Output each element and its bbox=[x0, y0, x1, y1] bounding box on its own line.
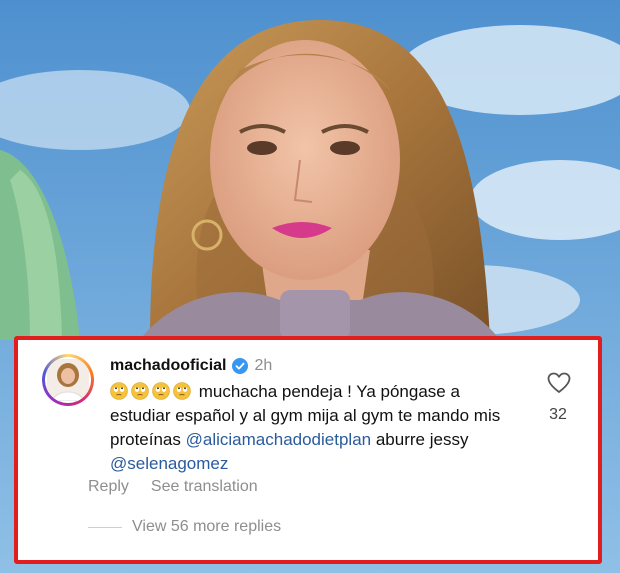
reply-button[interactable]: Reply bbox=[88, 478, 129, 496]
highlighted-comment: machadooficial 2h muchacha pendeja ! Ya … bbox=[14, 336, 602, 564]
avatar[interactable] bbox=[42, 354, 94, 406]
face-with-rolling-eyes-icon bbox=[173, 382, 191, 400]
mention-link-selenagomez[interactable]: @selenagomez bbox=[110, 454, 228, 473]
view-replies-label: View 56 more replies bbox=[132, 518, 282, 535]
see-translation-button[interactable]: See translation bbox=[151, 478, 258, 496]
like-button[interactable] bbox=[546, 372, 572, 399]
mention-link-dietplan[interactable]: @aliciamachadodietplan bbox=[186, 430, 371, 449]
username[interactable]: machadooficial bbox=[110, 357, 226, 375]
replies-divider bbox=[88, 526, 122, 528]
face-with-rolling-eyes-icon bbox=[131, 382, 149, 400]
like-count: 32 bbox=[549, 406, 567, 423]
comment-actions: Reply See translation bbox=[88, 478, 258, 496]
comment-text-part-2: aburre jessy bbox=[375, 430, 469, 449]
comment-header: machadooficial 2h bbox=[110, 354, 272, 378]
comment-body: muchacha pendeja ! Ya póngase a estudiar… bbox=[110, 380, 510, 476]
timestamp: 2h bbox=[254, 357, 273, 374]
avatar-photo bbox=[45, 357, 91, 403]
view-replies-button[interactable]: View 56 more replies bbox=[88, 518, 281, 536]
heart-icon bbox=[547, 372, 571, 393]
face-with-rolling-eyes-icon bbox=[152, 382, 170, 400]
verified-badge-icon bbox=[232, 358, 249, 374]
face-with-rolling-eyes-icon bbox=[110, 382, 128, 400]
